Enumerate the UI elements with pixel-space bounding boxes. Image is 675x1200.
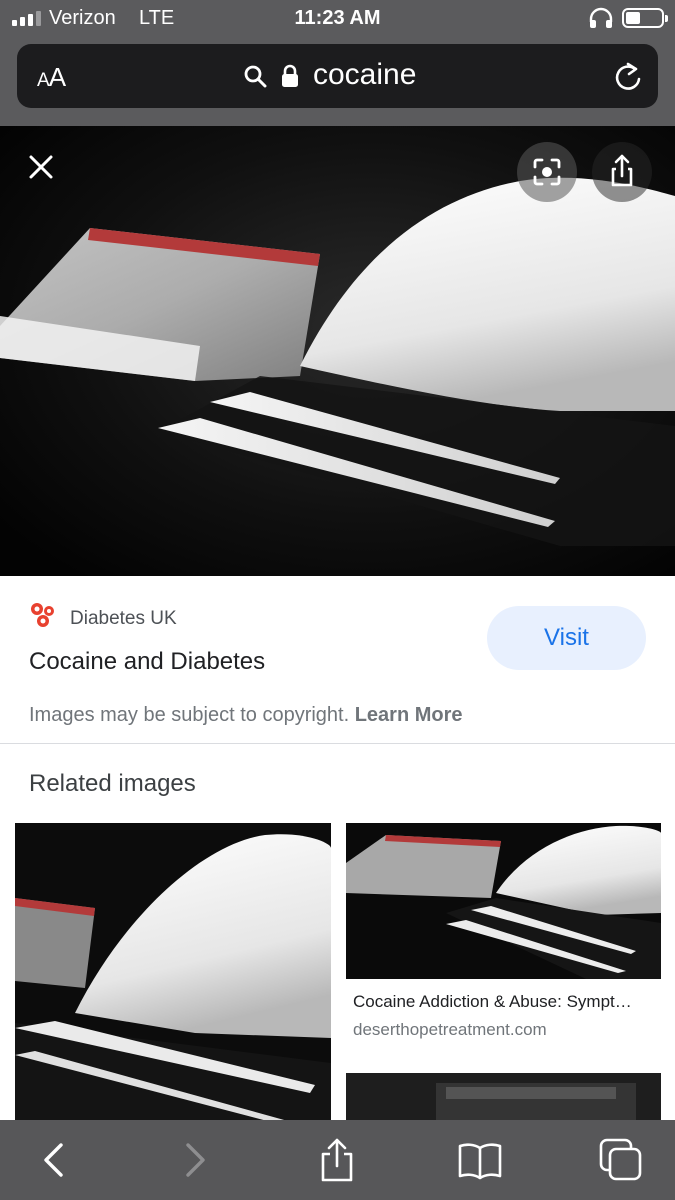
page-title[interactable]: Cocaine and Diabetes	[29, 648, 265, 676]
related-image-1	[15, 823, 331, 1123]
url-text[interactable]: cocaine	[313, 58, 416, 92]
lens-button[interactable]	[517, 142, 577, 202]
main-image[interactable]	[0, 126, 675, 576]
forward-icon[interactable]	[173, 1138, 217, 1182]
share-button[interactable]	[592, 142, 652, 202]
share-icon	[611, 154, 633, 187]
related-image-thumbnail[interactable]	[15, 823, 331, 1123]
related-item-domain[interactable]: deserthopetreatment.com	[353, 1020, 547, 1040]
tabs-icon[interactable]	[599, 1138, 643, 1182]
copyright-text: Images may be subject to copyright.	[29, 704, 350, 726]
search-icon	[244, 65, 267, 88]
status-bar: Verizon LTE 11:23 AM	[0, 0, 675, 38]
copyright-notice: Images may be subject to copyright. Lear…	[29, 704, 463, 727]
battery-icon	[622, 8, 668, 28]
related-image-2	[346, 823, 661, 979]
bookmarks-icon[interactable]	[458, 1138, 502, 1182]
related-image-thumbnail[interactable]	[346, 1073, 661, 1123]
related-item-title[interactable]: Cocaine Addiction & Abuse: Sympt…	[353, 992, 658, 1012]
related-images-heading: Related images	[29, 770, 196, 797]
text-size-button[interactable]: AA	[37, 62, 66, 93]
related-image-3	[346, 1073, 661, 1123]
back-icon[interactable]	[32, 1138, 76, 1182]
reload-icon[interactable]	[613, 61, 643, 93]
headphones-icon	[589, 7, 613, 28]
close-icon[interactable]	[10, 136, 70, 196]
diabetes-uk-logo-icon	[31, 603, 54, 627]
bottom-toolbar	[0, 1120, 675, 1200]
visit-button[interactable]: Visit	[487, 606, 646, 670]
address-bar[interactable]: AA cocaine	[17, 44, 658, 108]
clock: 11:23 AM	[294, 7, 381, 29]
share-icon[interactable]	[315, 1138, 359, 1182]
browser-chrome: Verizon LTE 11:23 AM AA cocaine	[0, 0, 675, 126]
lens-icon	[533, 158, 561, 186]
source-info-panel: Diabetes UK Cocaine and Diabetes Visit I…	[0, 578, 675, 744]
learn-more-link[interactable]: Learn More	[355, 704, 463, 726]
site-name[interactable]: Diabetes UK	[70, 608, 177, 630]
related-image-thumbnail[interactable]	[346, 823, 661, 979]
lock-icon	[282, 64, 298, 87]
